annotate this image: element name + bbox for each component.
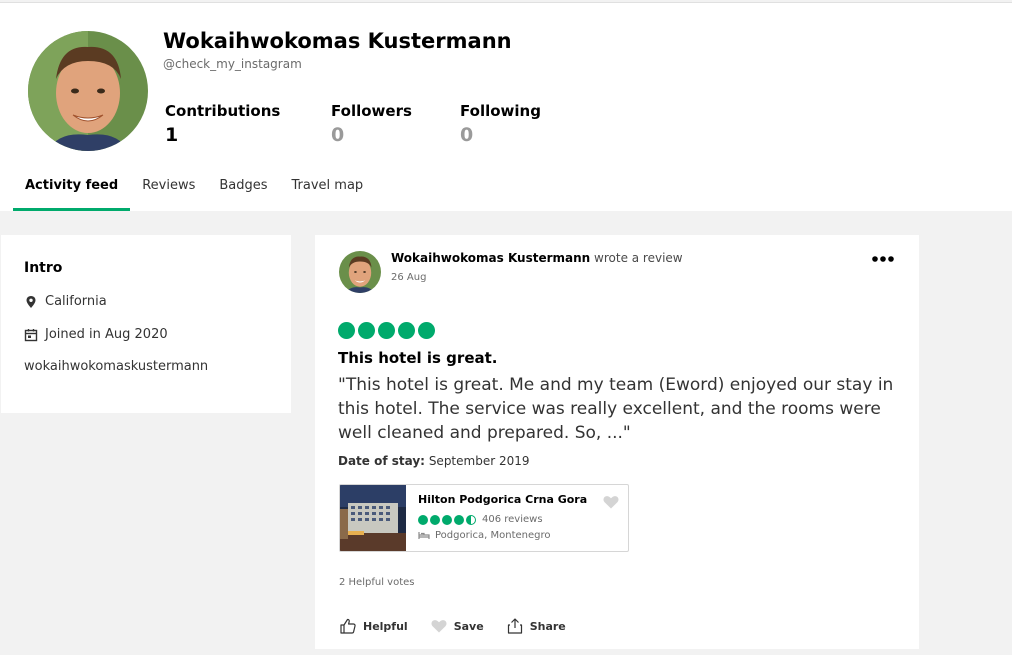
review-author-avatar[interactable]: [339, 251, 381, 293]
location-text: California: [45, 294, 107, 309]
hotel-review-count[interactable]: 406 reviews: [482, 514, 543, 525]
profile-name: Wokaihwokomas Kustermann: [163, 29, 512, 53]
calendar-icon: [24, 328, 38, 341]
share-button[interactable]: Share: [506, 617, 566, 635]
stat-value: 1: [165, 124, 179, 146]
joined-text: Joined in Aug 2020: [45, 327, 168, 342]
intro-joined: Joined in Aug 2020: [24, 327, 168, 342]
review-text: "This hotel is great. Me and my team (Ew…: [338, 375, 894, 443]
helpful-votes: 2 Helpful votes: [339, 577, 415, 588]
hotel-rating: 406 reviews: [418, 514, 543, 525]
more-icon[interactable]: [871, 249, 895, 269]
helpful-label: Helpful: [363, 619, 408, 633]
profile-tabs: Activity feed Reviews Badges Travel map: [13, 173, 375, 211]
tab-activity-feed[interactable]: Activity feed: [13, 173, 131, 211]
hotel-name[interactable]: Hilton Podgorica Crna Gora: [418, 493, 587, 506]
rating-bubble-half: [466, 514, 476, 525]
stat-label: Following: [460, 102, 541, 120]
stat-label: Followers: [331, 102, 412, 120]
review-date: 26 Aug: [391, 272, 427, 283]
rating-bubble: [430, 514, 440, 525]
thumbs-up-icon: [340, 618, 356, 634]
hotel-location: Podgorica, Montenegro: [418, 529, 550, 541]
date-of-stay: Date of stay: September 2019: [338, 454, 530, 468]
save-label: Save: [453, 619, 484, 633]
review-actions: Helpful Save Share: [339, 617, 588, 635]
stat-followers[interactable]: Followers 0: [331, 102, 412, 146]
tab-travel-map[interactable]: Travel map: [280, 173, 376, 211]
helpful-button[interactable]: Helpful: [339, 617, 408, 635]
intro-username[interactable]: wokaihwokomaskustermann: [24, 359, 208, 374]
map-pin-icon: [26, 295, 36, 308]
rating-bubble: [378, 322, 395, 339]
stat-following[interactable]: Following 0: [460, 102, 541, 146]
heart-icon: [431, 620, 447, 633]
rating-bubble: [338, 322, 355, 339]
profile-handle[interactable]: @check_my_instagram: [163, 57, 302, 71]
rating-bubble: [418, 322, 435, 339]
rating-bubble: [398, 322, 415, 339]
tab-reviews[interactable]: Reviews: [130, 173, 207, 211]
stat-contributions[interactable]: Contributions 1: [165, 102, 280, 146]
stay-label: Date of stay:: [338, 454, 425, 468]
profile-header: Wokaihwokomas Kustermann @check_my_insta…: [0, 2, 1012, 211]
review-card: Wokaihwokomas Kustermann wrote a review …: [315, 235, 919, 649]
rating-bubble: [358, 322, 375, 339]
profile-avatar[interactable]: [28, 31, 148, 151]
rating-bubble: [442, 514, 452, 525]
share-icon: [507, 618, 522, 634]
stat-value: 0: [331, 124, 345, 146]
profile-page: Wokaihwokomas Kustermann @check_my_insta…: [0, 0, 1012, 655]
stay-value: September 2019: [428, 454, 530, 468]
review-author-name[interactable]: Wokaihwokomas Kustermann: [391, 251, 590, 265]
heart-icon[interactable]: [602, 493, 620, 511]
stat-value: 0: [460, 124, 474, 146]
intro-location: California: [24, 294, 107, 309]
username-text: wokaihwokomaskustermann: [24, 359, 209, 374]
hotel-photo: [340, 485, 406, 551]
review-rating: [338, 322, 438, 339]
rating-bubble: [418, 514, 428, 525]
rating-bubble: [454, 514, 464, 525]
intro-title: Intro: [24, 260, 63, 276]
share-label: Share: [529, 619, 566, 633]
hotel-location-text: Podgorica, Montenegro: [435, 529, 551, 541]
review-title[interactable]: This hotel is great.: [338, 349, 498, 367]
save-button[interactable]: Save: [430, 617, 484, 635]
bed-icon: [418, 532, 430, 539]
intro-card: Intro California Joined in Aug 2020 woka…: [1, 235, 291, 413]
tab-badges[interactable]: Badges: [207, 173, 279, 211]
review-author-line: Wokaihwokomas Kustermann wrote a review: [391, 251, 683, 265]
review-action: wrote a review: [594, 251, 683, 265]
stat-label: Contributions: [165, 102, 281, 120]
hotel-card[interactable]: Hilton Podgorica Crna Gora 406 reviews P…: [339, 484, 629, 552]
